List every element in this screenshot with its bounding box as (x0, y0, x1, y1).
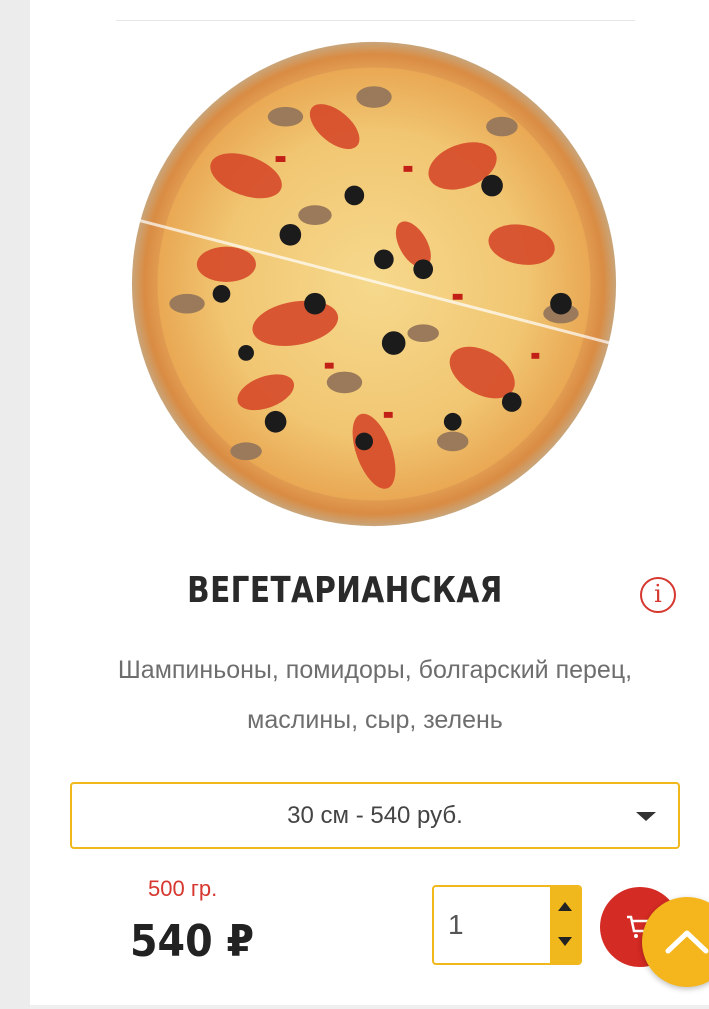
chevron-down-icon (636, 812, 656, 821)
product-card: ВЕГЕТАРИАНСКАЯ i Шампиньоны, помидоры, б… (30, 0, 709, 1005)
chevron-up-icon (665, 930, 709, 954)
quantity-input[interactable] (434, 887, 552, 963)
info-icon[interactable]: i (640, 577, 676, 613)
product-weight: 500 гр. (148, 876, 218, 901)
increment-button[interactable] (550, 887, 580, 925)
quantity-stepper[interactable] (432, 885, 582, 965)
decrement-button[interactable] (550, 925, 580, 963)
page-background (0, 0, 30, 1009)
size-select[interactable]: 30 см - 540 руб. (70, 782, 680, 849)
product-image[interactable] (126, 38, 622, 530)
pizza-image (131, 41, 617, 527)
product-title: ВЕГЕТАРИАНСКАЯ (187, 570, 503, 611)
size-select-value: 30 см - 540 руб. (287, 802, 463, 829)
stepper-controls (550, 887, 580, 963)
product-description: Шампиньоны, помидоры, болгарский перец, … (117, 656, 633, 734)
divider (116, 20, 635, 21)
product-price: 540 ₽ (130, 916, 255, 967)
